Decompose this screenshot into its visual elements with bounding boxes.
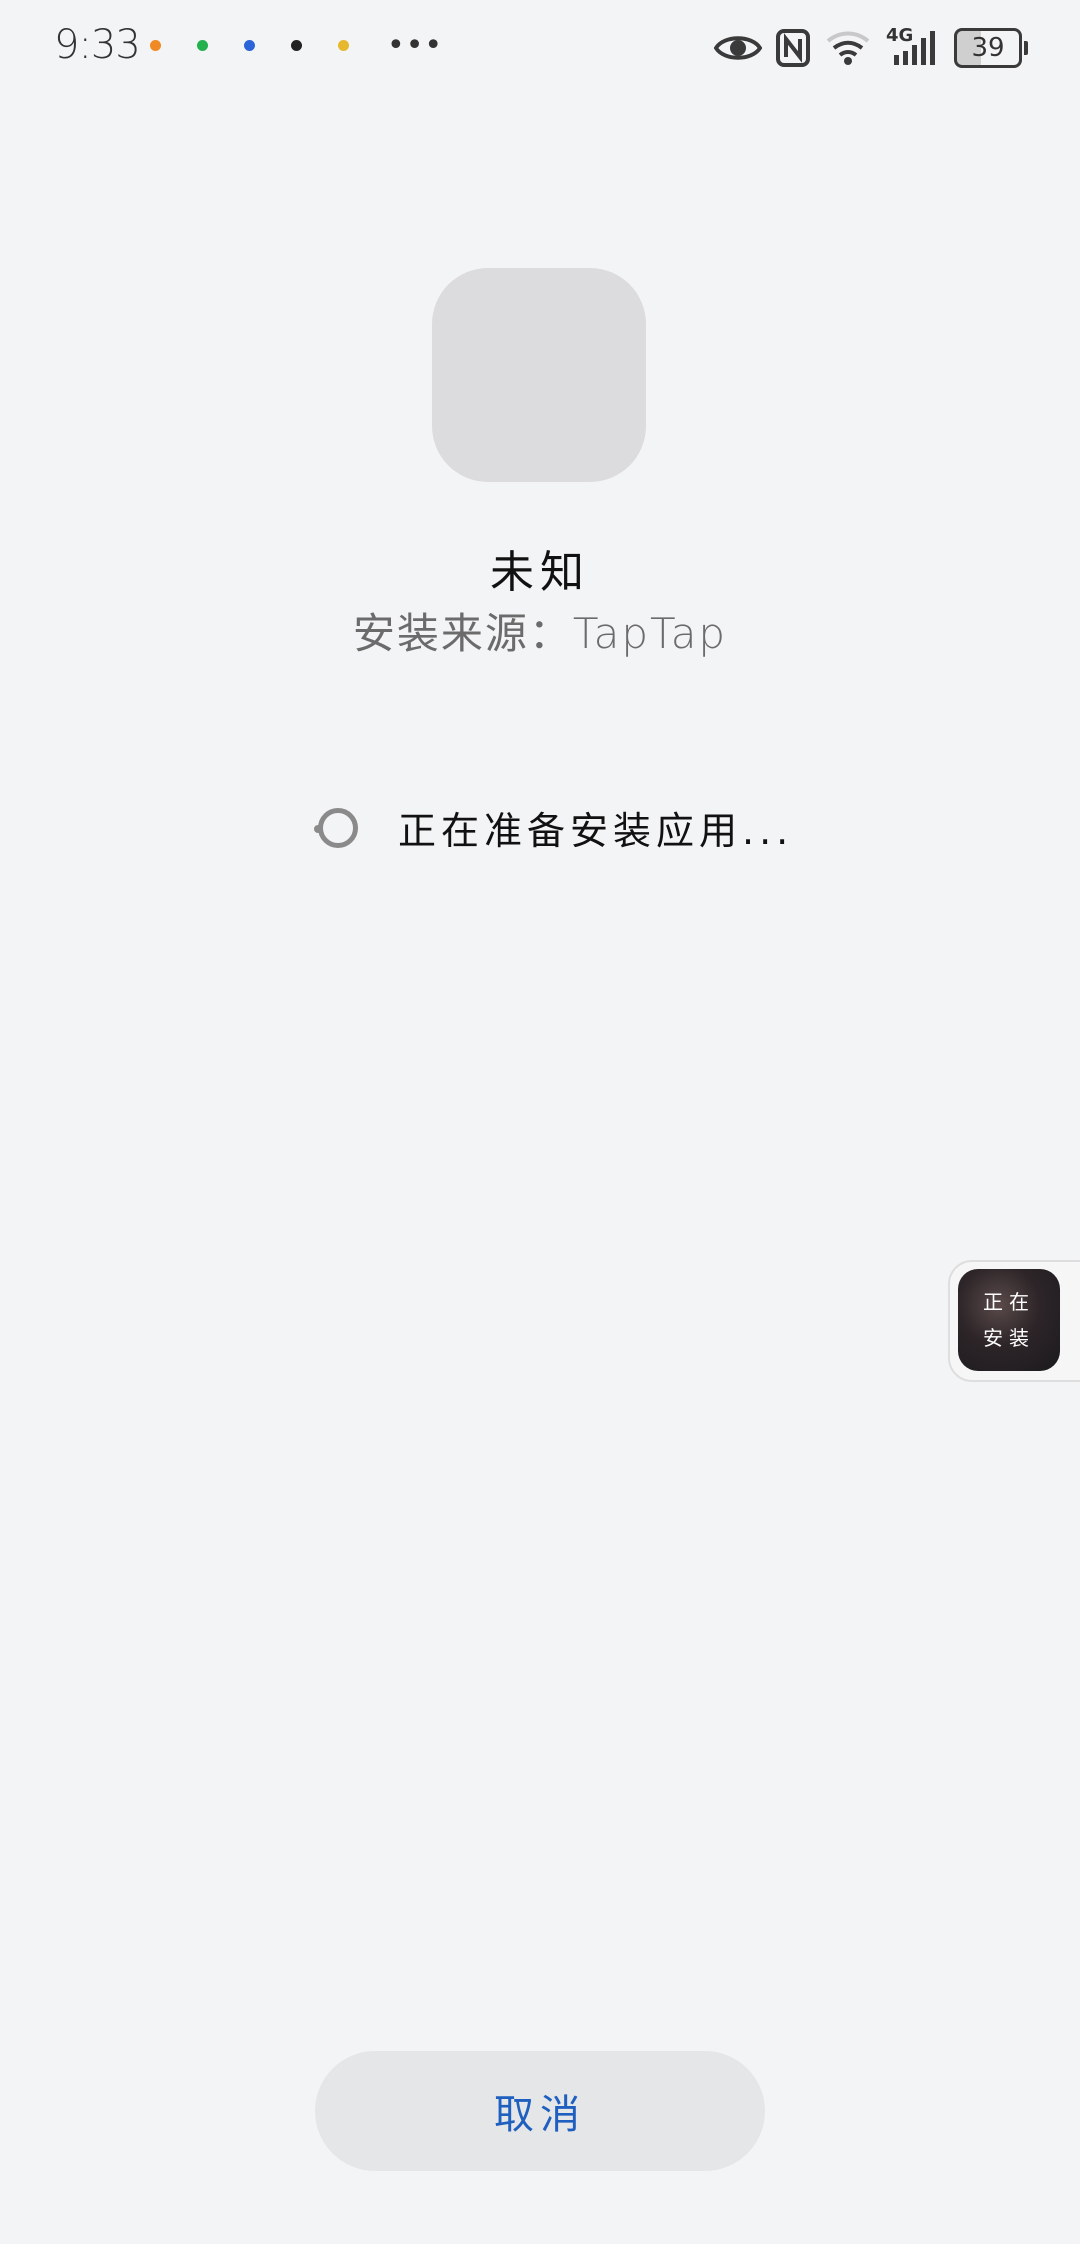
- status-time: 9:33: [54, 22, 141, 68]
- battery-icon: 39: [954, 28, 1028, 68]
- wifi-icon: [826, 31, 870, 65]
- more-notifications-icon: •••: [387, 27, 444, 63]
- floating-app-thumbnail[interactable]: 正在 安装: [958, 1269, 1060, 1371]
- app-icon-placeholder: [432, 268, 646, 482]
- app-name: 未知: [490, 547, 590, 598]
- cancel-button[interactable]: 取消: [315, 2051, 765, 2171]
- notification-app-icon: [291, 40, 302, 51]
- progress-status-text: 正在准备安装应用...: [398, 809, 794, 853]
- loading-spinner-icon: [314, 807, 358, 848]
- status-indicators: 4G 39: [714, 25, 1028, 68]
- notification-app-icon: [197, 40, 208, 51]
- install-source: 安装来源：TapTap: [352, 609, 728, 658]
- cellular-signal-icon: 4G: [886, 25, 940, 67]
- eye-comfort-icon: [714, 36, 762, 60]
- floating-label-line2: 安装: [983, 1326, 1035, 1350]
- notification-app-icon: [338, 40, 349, 51]
- install-progress: 正在准备安装应用...: [314, 800, 794, 855]
- nfc-icon: [776, 29, 810, 67]
- notification-app-icon: [244, 40, 255, 51]
- notification-icons: •••: [150, 27, 444, 63]
- status-bar: 9:33 ••• 4G 39: [0, 0, 1080, 100]
- battery-level: 39: [971, 33, 1005, 63]
- floating-label-line1: 正在: [983, 1290, 1035, 1314]
- notification-app-icon: [150, 40, 161, 51]
- floating-install-window[interactable]: 正在 安装: [948, 1260, 1080, 1382]
